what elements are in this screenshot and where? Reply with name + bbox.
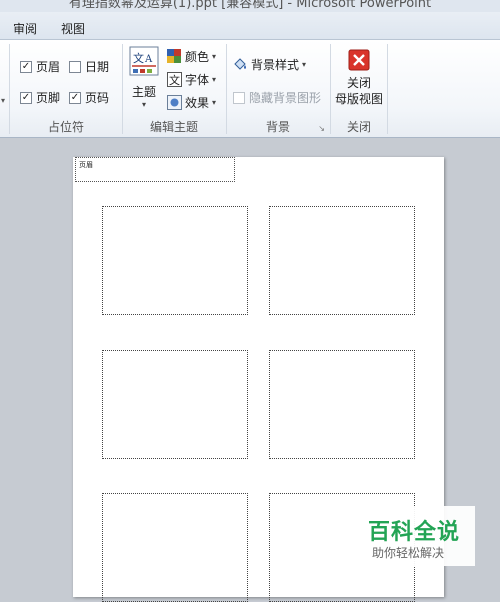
colors-button[interactable]: 颜色 ▾ bbox=[167, 48, 216, 65]
background-styles-dropdown-icon: ▾ bbox=[302, 60, 307, 69]
hide-background-graphics-check-box[interactable] bbox=[233, 91, 245, 104]
hide-background-graphics-checkbox[interactable]: 隐藏背景图形 bbox=[233, 89, 321, 106]
colors-label: 颜色 bbox=[185, 50, 210, 64]
placeholders-group-label: 占位符 bbox=[47, 120, 84, 134]
header-placeholder-text: 页眉 bbox=[79, 161, 93, 169]
group-separator bbox=[387, 44, 388, 134]
colors-dropdown-icon: ▾ bbox=[212, 52, 217, 61]
ribbon-tab-bar: 审阅 视图 bbox=[0, 12, 500, 40]
themes-button[interactable]: 文 A 主题 ▾ bbox=[127, 46, 161, 109]
tab-view[interactable]: 视图 bbox=[61, 20, 85, 37]
slide-placeholder[interactable] bbox=[102, 206, 248, 315]
footer-checkbox[interactable]: ✓ 页脚 bbox=[20, 89, 60, 106]
tab-review[interactable]: 审阅 bbox=[13, 20, 37, 37]
themes-label: 主题 bbox=[131, 85, 156, 99]
edit-theme-group-label: 编辑主题 bbox=[149, 120, 198, 134]
date-checkbox-label: 日期 bbox=[85, 60, 110, 74]
background-styles-button[interactable]: 背景样式 ▾ bbox=[233, 56, 306, 73]
slide-placeholder[interactable] bbox=[102, 350, 248, 459]
header-checkbox-label: 页眉 bbox=[36, 60, 61, 74]
dialog-launcher-icon[interactable]: ↘ bbox=[318, 124, 325, 133]
close-icon bbox=[348, 49, 370, 71]
slide-placeholder[interactable] bbox=[102, 493, 248, 602]
themes-dropdown-icon: ▾ bbox=[141, 100, 146, 109]
watermark-title: 百科全说 bbox=[368, 520, 461, 545]
header-checkbox[interactable]: ✓ 页眉 bbox=[20, 58, 60, 75]
page-number-check-box[interactable]: ✓ bbox=[69, 91, 81, 104]
background-group: 背景样式 ▾ 隐藏背景图形 背景 ↘ bbox=[227, 40, 329, 138]
effects-label: 效果 bbox=[185, 96, 210, 110]
effects-icon bbox=[167, 95, 182, 110]
close-master-view-button[interactable]: 关闭 母版视图 bbox=[333, 49, 385, 107]
close-group: 关闭 母版视图 关闭 bbox=[331, 40, 387, 138]
slide-placeholder[interactable] bbox=[269, 206, 415, 315]
title-bar: 有理指数幂及运算(1).ppt [兼容模式] - Microsoft Power… bbox=[0, 0, 500, 12]
fonts-button[interactable]: 文 字体 ▾ bbox=[167, 71, 216, 88]
fonts-dropdown-icon: ▾ bbox=[212, 75, 217, 84]
background-styles-label: 背景样式 bbox=[251, 58, 300, 72]
edit-theme-group: 文 A 主题 ▾ 颜色 ▾ 文 字体 ▾ 效果 ▾ 编辑主题 bbox=[123, 40, 225, 138]
watermark-logo: 百科全说 助你轻松解决 bbox=[360, 506, 475, 566]
window-title: 有理指数幂及运算(1).ppt [兼容模式] - Microsoft Power… bbox=[68, 0, 432, 11]
page-number-checkbox-label: 页码 bbox=[85, 91, 110, 105]
effects-dropdown-icon: ▾ bbox=[212, 98, 217, 107]
svg-text:文: 文 bbox=[133, 51, 144, 65]
ribbon: ▾ ✓ 页眉 日期 ✓ 页脚 ✓ 页码 占位符 文 A 主题 ▾ 颜色 ▾ 文 … bbox=[0, 40, 500, 138]
close-label-line2: 母版视图 bbox=[334, 92, 383, 106]
fonts-icon: 文 bbox=[167, 72, 182, 87]
paint-bucket-icon bbox=[233, 57, 248, 72]
date-checkbox[interactable]: 日期 bbox=[69, 58, 109, 75]
effects-button[interactable]: 效果 ▾ bbox=[167, 94, 216, 111]
footer-check-box[interactable]: ✓ bbox=[20, 91, 32, 104]
svg-text:A: A bbox=[144, 54, 153, 65]
insert-placeholder-dropdown-icon[interactable]: ▾ bbox=[1, 96, 5, 105]
placeholders-group: ✓ 页眉 日期 ✓ 页脚 ✓ 页码 占位符 bbox=[10, 40, 122, 138]
colors-icon bbox=[167, 49, 182, 64]
fonts-label: 字体 bbox=[185, 73, 210, 87]
background-group-label: 背景 bbox=[265, 120, 290, 134]
header-check-box[interactable]: ✓ bbox=[20, 60, 32, 73]
header-placeholder[interactable]: 页眉 bbox=[75, 157, 235, 182]
close-label-line1: 关闭 bbox=[346, 76, 371, 90]
footer-checkbox-label: 页脚 bbox=[36, 91, 61, 105]
page-number-checkbox[interactable]: ✓ 页码 bbox=[69, 89, 109, 106]
slide-placeholder[interactable] bbox=[269, 350, 415, 459]
themes-icon: 文 A bbox=[129, 46, 159, 76]
watermark-subtitle: 助你轻松解决 bbox=[372, 546, 445, 560]
svg-text:文: 文 bbox=[169, 73, 180, 87]
hide-background-graphics-label: 隐藏背景图形 bbox=[249, 91, 322, 105]
close-group-label: 关闭 bbox=[346, 120, 371, 134]
date-check-box[interactable] bbox=[69, 60, 81, 73]
